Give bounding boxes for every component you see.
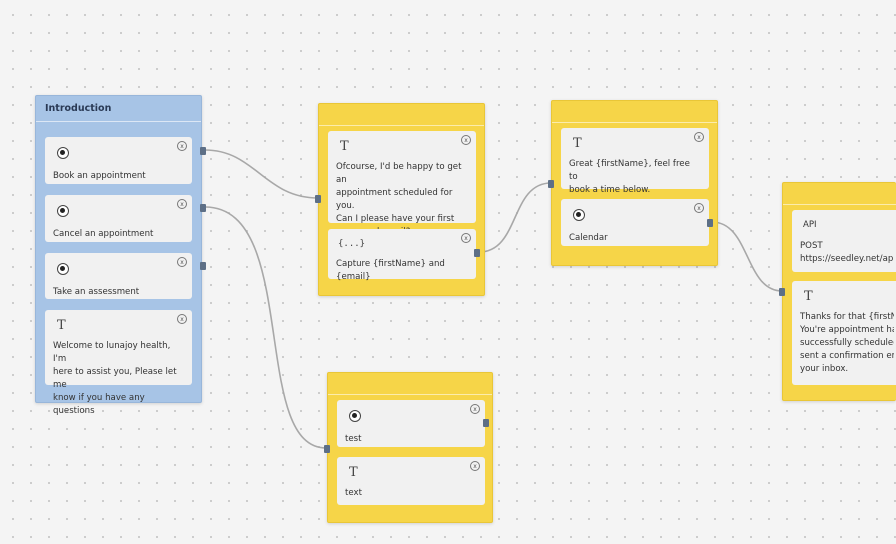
radio-icon (349, 410, 361, 422)
booking-node[interactable]: x T Great {firstName}, feel free to book… (548, 100, 718, 266)
step-great-message[interactable]: x T Great {firstName}, feel free to book… (561, 128, 709, 195)
close-icon[interactable]: x (177, 199, 187, 209)
message-text: text (345, 488, 362, 498)
radio-icon (57, 147, 69, 159)
radio-icon (573, 209, 585, 221)
step-welcome-message[interactable]: x T Welcome to lunajoy health, I'm here … (45, 310, 192, 416)
close-icon[interactable]: x (694, 132, 704, 142)
braces-icon: {...} (338, 239, 366, 249)
api-request-text: POST https://seedley.net/api/ (800, 241, 894, 264)
output-port[interactable] (707, 219, 713, 227)
close-icon[interactable]: x (177, 257, 187, 267)
connection-book-to-capture[interactable] (204, 149, 319, 199)
connection-calendar-to-confirmation[interactable] (711, 221, 783, 292)
introduction-node-title: Introduction (36, 96, 201, 122)
introduction-node[interactable]: Introduction x Book an appointment x Can… (35, 95, 206, 416)
flow-canvas[interactable]: Introduction x Book an appointment x Can… (0, 0, 896, 544)
close-icon[interactable]: x (470, 461, 480, 471)
capture-text: Capture {firstName} and {email} (336, 259, 445, 282)
step-book-appointment[interactable]: x Book an appointment (45, 137, 192, 184)
test-node[interactable]: x test x T text (324, 372, 493, 523)
input-port[interactable] (324, 445, 330, 453)
output-port[interactable] (200, 262, 206, 270)
input-port[interactable] (779, 288, 785, 296)
node-header (783, 183, 896, 205)
api-icon: API (803, 220, 817, 230)
text-icon: T (57, 318, 66, 333)
close-icon[interactable]: x (177, 141, 187, 151)
connection-capture-to-booking[interactable] (478, 182, 552, 253)
step-api-call[interactable]: API POST https://seedley.net/api/ (792, 210, 896, 272)
step-text-message[interactable]: x T text (337, 457, 485, 505)
output-port[interactable] (483, 419, 489, 427)
node-header (552, 101, 717, 123)
text-icon: T (573, 136, 582, 151)
input-port[interactable] (315, 195, 321, 203)
choice-label: Take an assessment (53, 287, 140, 297)
message-text: Great {firstName}, feel free to book a t… (569, 159, 690, 195)
node-header (319, 104, 484, 126)
choice-label: Cancel an appointment (53, 229, 154, 239)
step-take-assessment[interactable]: x Take an assessment (45, 253, 192, 299)
input-port[interactable] (548, 180, 554, 188)
text-icon: T (349, 465, 358, 480)
close-icon[interactable]: x (461, 135, 471, 145)
close-icon[interactable]: x (470, 404, 480, 414)
close-icon[interactable]: x (461, 233, 471, 243)
node-header (328, 373, 492, 395)
connection-cancel-to-test[interactable] (204, 206, 327, 449)
output-port[interactable] (200, 147, 206, 155)
step-test-choice[interactable]: x test (337, 400, 485, 447)
step-ask-details[interactable]: x T Ofcourse, I'd be happy to get an app… (328, 131, 476, 237)
radio-icon (57, 205, 69, 217)
radio-icon (57, 263, 69, 275)
close-icon[interactable]: x (694, 203, 704, 213)
message-text: Thanks for that {firstNa You're appointm… (800, 312, 894, 374)
confirmation-node[interactable]: API POST https://seedley.net/api/ T Than… (779, 182, 896, 401)
output-port[interactable] (474, 249, 480, 257)
output-port[interactable] (200, 204, 206, 212)
step-thanks-message[interactable]: T Thanks for that {firstNa You're appoin… (792, 281, 896, 385)
step-cancel-appointment[interactable]: x Cancel an appointment (45, 195, 192, 242)
close-icon[interactable]: x (177, 314, 187, 324)
choice-label: Book an appointment (53, 171, 146, 181)
message-text: Welcome to lunajoy health, I'm here to a… (53, 341, 177, 416)
choice-label: test (345, 434, 362, 444)
step-calendar[interactable]: x Calendar (561, 199, 709, 246)
capture-node[interactable]: x T Ofcourse, I'd be happy to get an app… (315, 103, 485, 296)
choice-label: Calendar (569, 233, 608, 243)
text-icon: T (804, 289, 813, 304)
text-icon: T (340, 139, 349, 154)
step-capture-input[interactable]: x {...} Capture {firstName} and {email} (328, 229, 476, 282)
message-text: Ofcourse, I'd be happy to get an appoint… (336, 162, 462, 237)
